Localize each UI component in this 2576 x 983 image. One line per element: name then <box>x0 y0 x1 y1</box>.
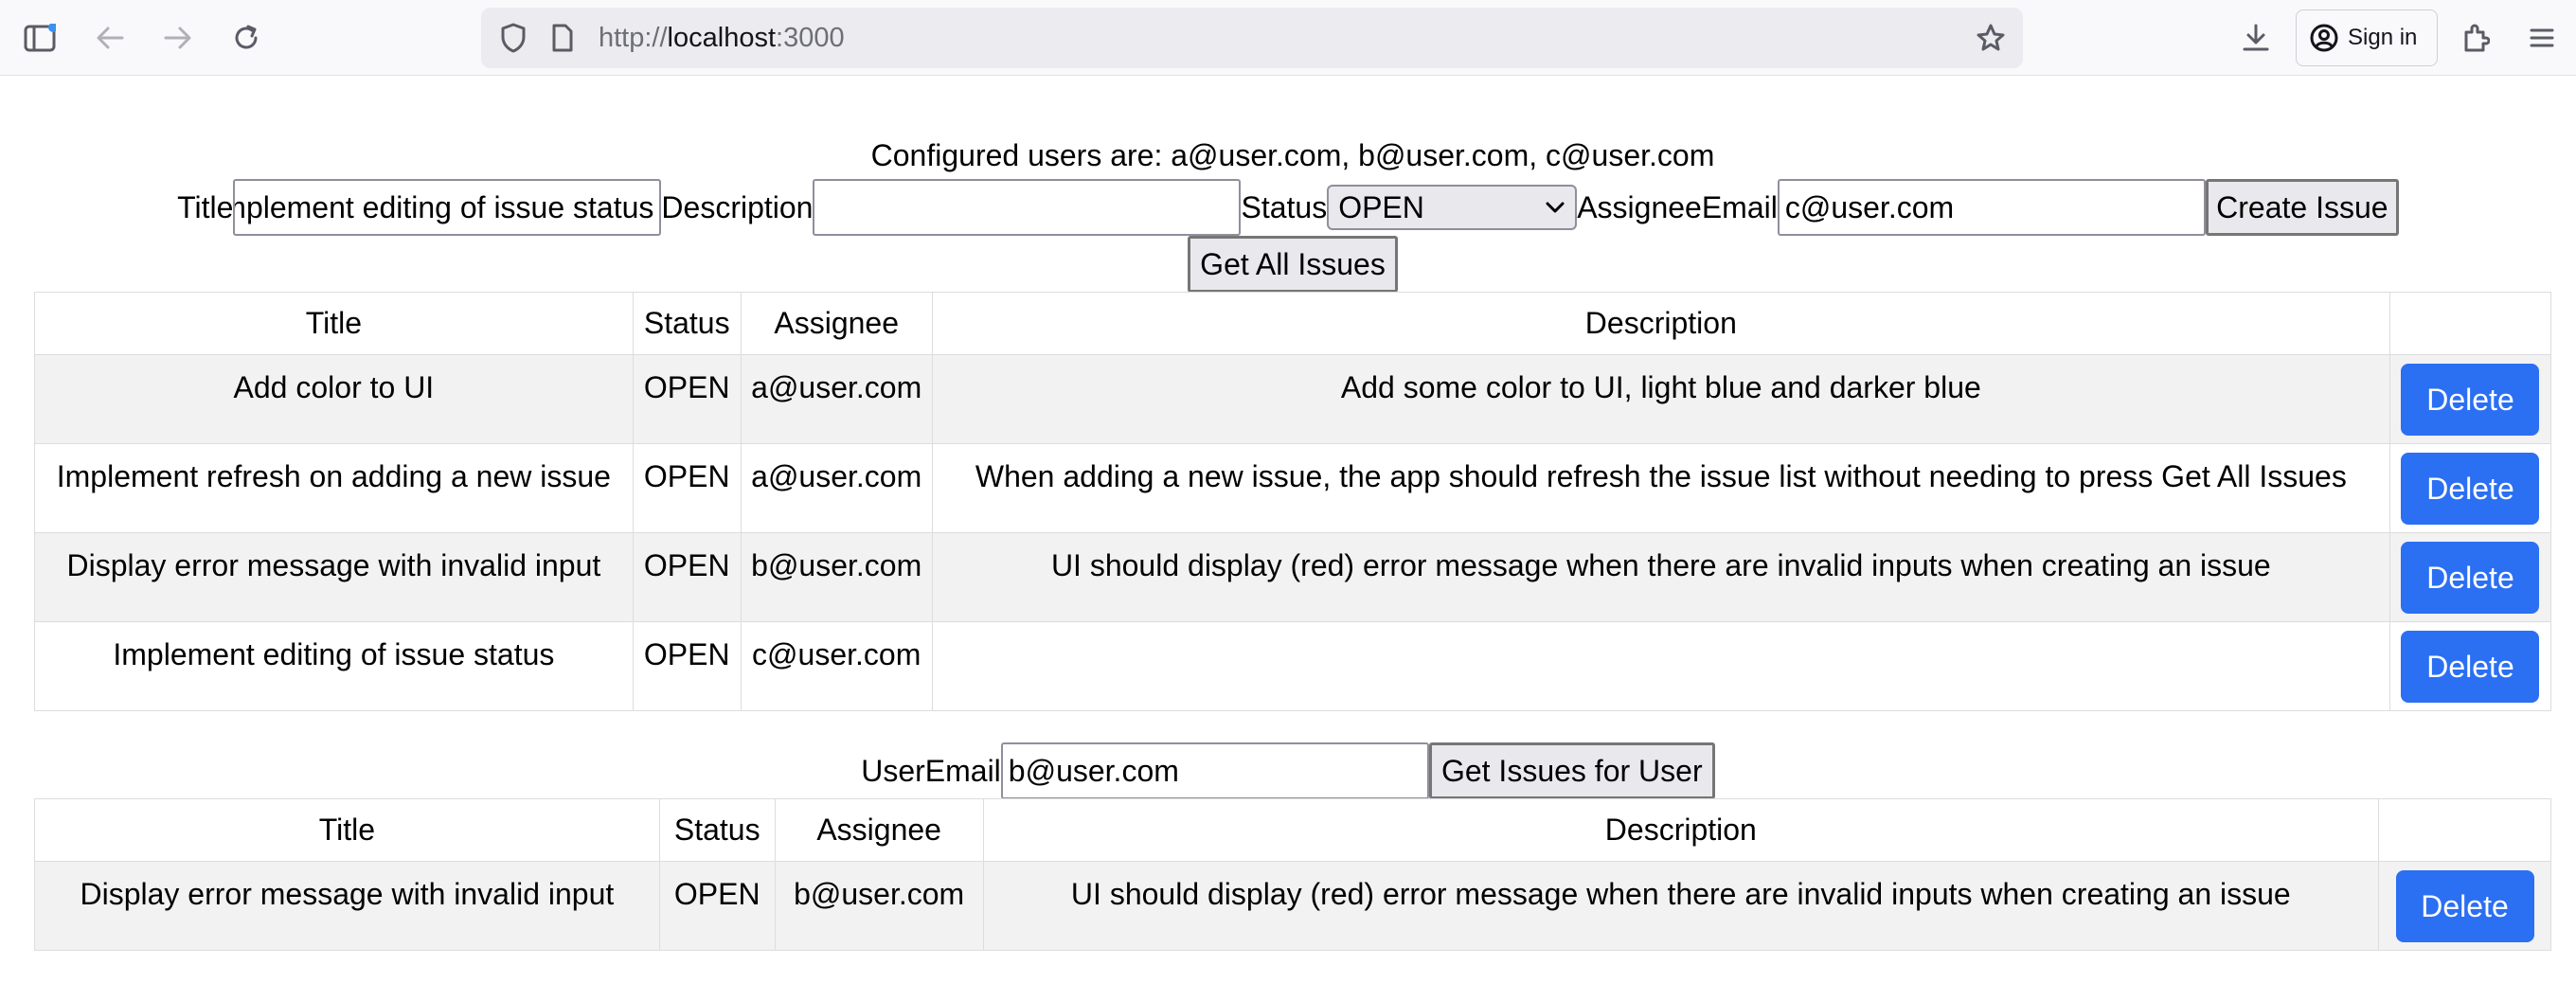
issue-action-cell: Delete <box>2388 354 2552 444</box>
issue-title: Add color to UI <box>34 354 634 444</box>
issue-assignee: b@user.com <box>740 532 933 622</box>
get-all-issues-button[interactable]: Get All Issues <box>1188 236 1398 293</box>
status-select[interactable]: OPEN <box>1327 185 1578 230</box>
issue-action-cell: Delete <box>2388 532 2552 622</box>
issue-assignee: b@user.com <box>774 861 984 951</box>
issue-status: OPEN <box>632 354 742 444</box>
table-row: Implement editing of issue status OPEN c… <box>34 621 2552 711</box>
url-prefix: http:// <box>599 23 668 53</box>
issue-action-cell: Delete <box>2388 621 2552 711</box>
delete-button[interactable]: Delete <box>2401 630 2540 703</box>
assignee-email-input[interactable]: c@user.com <box>1777 179 2206 236</box>
issue-status: OPEN <box>632 443 742 533</box>
assignee-email-value: c@user.com <box>1784 189 1955 224</box>
column-header-assignee: Assignee <box>740 292 933 355</box>
extensions-icon[interactable] <box>2457 19 2495 57</box>
bookmark-star-icon[interactable] <box>1972 19 2010 57</box>
all-issues-table: Title Status Assignee Description Add co… <box>34 292 2552 711</box>
user-email-value: b@user.com <box>1008 753 1179 788</box>
forward-arrow-icon[interactable] <box>159 19 197 57</box>
sidebar-toggle-icon[interactable] <box>21 19 59 57</box>
title-label: Title <box>177 190 234 224</box>
issue-action-cell: Delete <box>2378 861 2551 951</box>
column-header-assignee: Assignee <box>774 798 984 862</box>
title-input-value: Implement editing of issue status <box>233 189 654 224</box>
get-issues-for-user-button[interactable]: Get Issues for User <box>1428 742 1715 799</box>
downloads-icon[interactable] <box>2237 19 2275 57</box>
create-issue-button[interactable]: Create Issue <box>2205 179 2399 236</box>
delete-button[interactable]: Delete <box>2401 452 2540 525</box>
issue-description: When adding a new issue, the app should … <box>931 443 2390 533</box>
column-header-title: Title <box>34 798 660 862</box>
sign-in-label: Sign in <box>2348 25 2418 50</box>
sign-in-button[interactable]: Sign in <box>2296 9 2438 66</box>
issue-status: OPEN <box>632 621 742 711</box>
configured-users-text: Configured users are: a@user.com, b@user… <box>870 138 1715 172</box>
issue-description: Add some color to UI, light blue and dar… <box>931 354 2390 444</box>
user-email-label: UserEmail <box>861 753 1001 788</box>
status-label: Status <box>1241 190 1328 224</box>
title-input[interactable]: Implement editing of issue status <box>233 179 662 236</box>
column-header-status: Status <box>632 292 742 355</box>
issue-assignee: a@user.com <box>740 354 933 444</box>
delete-button[interactable]: Delete <box>2395 869 2534 942</box>
reload-icon[interactable] <box>227 19 265 57</box>
issue-assignee: a@user.com <box>740 443 933 533</box>
chevron-down-icon <box>1545 201 1565 214</box>
create-issue-form: Title Implement editing of issue status … <box>0 179 2576 236</box>
issue-title: Implement editing of issue status <box>34 621 634 711</box>
account-icon <box>2310 24 2338 52</box>
browser-toolbar: http://localhost:3000 Sign in <box>0 0 2576 76</box>
issue-description <box>931 621 2390 711</box>
table-row: Add color to UI OPEN a@user.com Add some… <box>34 354 2552 444</box>
page-content: Configured users are: a@user.com, b@user… <box>0 76 2576 983</box>
issue-title: Display error message with invalid input <box>34 861 660 951</box>
issue-status: OPEN <box>632 532 742 622</box>
url-port: :3000 <box>776 23 845 53</box>
url-host: localhost <box>667 23 777 53</box>
table-row: Display error message with invalid input… <box>34 532 2552 622</box>
table-row: Display error message with invalid input… <box>34 861 2551 951</box>
column-header-description: Description <box>982 798 2380 862</box>
table-row: Implement refresh on adding a new issue … <box>34 443 2552 533</box>
user-issues-table: Title Status Assignee Description Displa… <box>34 798 2551 951</box>
issue-status: OPEN <box>658 861 776 951</box>
column-header-actions <box>2388 292 2552 355</box>
column-header-actions <box>2378 798 2551 862</box>
menu-hamburger-icon[interactable] <box>2523 19 2561 57</box>
user-issues-form: UserEmail b@user.com Get Issues for User <box>0 742 2576 799</box>
issue-assignee: c@user.com <box>740 621 933 711</box>
url-text[interactable]: http://localhost:3000 <box>599 8 845 68</box>
description-input[interactable] <box>813 179 1242 236</box>
issue-title: Display error message with invalid input <box>34 532 634 622</box>
issue-title: Implement refresh on adding a new issue <box>34 443 634 533</box>
user-email-input[interactable]: b@user.com <box>1000 742 1429 799</box>
page-info-icon[interactable] <box>544 19 581 57</box>
tracking-shield-icon[interactable] <box>494 19 532 57</box>
table-header-row: Title Status Assignee Description <box>34 798 2551 862</box>
issue-action-cell: Delete <box>2388 443 2552 533</box>
status-select-value: OPEN <box>1338 189 1424 224</box>
table-header-row: Title Status Assignee Description <box>34 292 2552 355</box>
column-header-title: Title <box>34 292 634 355</box>
back-arrow-icon[interactable] <box>91 19 129 57</box>
column-header-status: Status <box>658 798 776 862</box>
description-label: Description <box>661 190 814 224</box>
column-header-description: Description <box>931 292 2390 355</box>
issue-description: UI should display (red) error message wh… <box>982 861 2380 951</box>
delete-button[interactable]: Delete <box>2401 363 2540 436</box>
delete-button[interactable]: Delete <box>2401 541 2540 614</box>
issue-description: UI should display (red) error message wh… <box>931 532 2390 622</box>
url-bar[interactable]: http://localhost:3000 <box>481 8 2023 68</box>
assignee-email-label: AssigneeEmail <box>1577 190 1778 224</box>
